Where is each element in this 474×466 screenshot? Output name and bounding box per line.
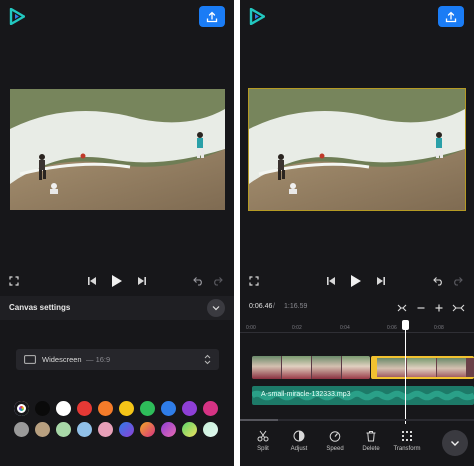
scissors-icon xyxy=(257,430,269,442)
timeline-scrollbar-thumb[interactable] xyxy=(240,419,278,421)
upload-icon xyxy=(445,11,457,22)
ruler-tick-label: 0:02 xyxy=(292,325,302,331)
ruler-tick-label: 0:00 xyxy=(246,325,256,331)
color-swatch[interactable] xyxy=(98,422,113,437)
skip-back-icon[interactable] xyxy=(87,276,97,286)
ruler-tick-label: 0:04 xyxy=(340,325,350,331)
color-swatch[interactable] xyxy=(119,422,134,437)
color-swatch[interactable] xyxy=(161,401,176,416)
color-swatch[interactable] xyxy=(119,401,134,416)
skip-back-icon[interactable] xyxy=(326,276,336,286)
zoom-out-icon[interactable] xyxy=(416,303,426,313)
adjust-icon xyxy=(293,430,305,442)
aspect-ratio-select[interactable]: Widescreen — 16:9 xyxy=(16,349,219,370)
color-swatch[interactable] xyxy=(182,401,197,416)
chevron-down-icon xyxy=(451,440,459,446)
color-swatch[interactable] xyxy=(140,422,155,437)
color-swatch[interactable] xyxy=(35,422,50,437)
widescreen-icon xyxy=(24,355,36,364)
skip-forward-icon[interactable] xyxy=(376,276,386,286)
aspect-ratio-value: — 16:9 xyxy=(86,355,111,364)
export-button[interactable] xyxy=(199,6,225,27)
adjust-button[interactable]: Adjust xyxy=(282,430,316,460)
color-swatch[interactable] xyxy=(56,422,71,437)
color-swatch[interactable] xyxy=(140,401,155,416)
transform-button[interactable]: Transform xyxy=(390,430,424,460)
video-preview xyxy=(10,89,225,210)
playhead[interactable] xyxy=(405,322,406,424)
color-swatch[interactable] xyxy=(56,401,71,416)
select-arrows-icon xyxy=(204,354,211,365)
time-separator: / xyxy=(273,303,275,310)
export-button[interactable] xyxy=(438,6,464,27)
collapse-settings-button[interactable] xyxy=(207,299,225,317)
play-icon[interactable] xyxy=(350,274,362,288)
redo-icon[interactable] xyxy=(212,276,223,286)
undo-icon[interactable] xyxy=(433,276,444,286)
transform-icon xyxy=(402,431,412,441)
color-swatch[interactable] xyxy=(161,422,176,437)
color-swatch[interactable] xyxy=(98,401,113,416)
skip-forward-icon[interactable] xyxy=(137,276,147,286)
selected-video-clip[interactable] xyxy=(371,356,474,379)
clip-trim-handle[interactable] xyxy=(373,358,377,377)
aspect-ratio-name: Widescreen xyxy=(42,355,82,364)
speed-label: Speed xyxy=(326,446,344,452)
color-picker-swatch[interactable] xyxy=(14,401,29,416)
split-label: Split xyxy=(257,446,269,452)
timeline-ruler xyxy=(240,332,474,333)
timeline-toolbar: 0:06.46 / 1:16.59 xyxy=(240,298,474,318)
audio-track[interactable]: A-small-miracle-132333.mp3 xyxy=(252,386,474,405)
chevron-down-icon xyxy=(212,306,220,311)
color-swatch[interactable] xyxy=(14,422,29,437)
upload-icon xyxy=(206,11,218,22)
adjust-label: Adjust xyxy=(290,446,308,452)
current-time: 0:06.46 xyxy=(249,303,273,310)
color-swatch[interactable] xyxy=(77,422,92,437)
split-button[interactable]: Split xyxy=(246,430,280,460)
undo-icon[interactable] xyxy=(193,276,204,286)
play-icon[interactable] xyxy=(111,274,123,288)
color-swatch[interactable] xyxy=(77,401,92,416)
app-logo-icon xyxy=(9,8,25,25)
ruler-tick-label: 0:06 xyxy=(387,325,397,331)
transform-label: Transform xyxy=(393,446,421,452)
color-swatch[interactable] xyxy=(203,401,218,416)
playhead-handle[interactable] xyxy=(402,320,409,330)
trash-icon xyxy=(366,431,376,442)
fullscreen-icon[interactable] xyxy=(9,276,19,286)
speed-icon xyxy=(329,431,341,442)
color-swatch[interactable] xyxy=(203,422,218,437)
collapse-panel-button[interactable] xyxy=(442,430,468,456)
canvas-settings-title: Canvas settings xyxy=(9,303,71,312)
total-duration: 1:16.59 xyxy=(284,303,308,310)
speed-button[interactable]: Speed xyxy=(318,430,352,460)
app-logo-icon xyxy=(249,8,265,25)
timeline-editor-screen: 0:06.46 / 1:16.59 0:00 0:02 0:04 0:06 0:… xyxy=(240,0,474,466)
audio-track-label: A-small-miracle-132333.mp3 xyxy=(261,391,351,398)
video-preview xyxy=(248,88,466,211)
canvas-editor-screen: Canvas settings Widescreen — 16:9 xyxy=(0,0,234,466)
collapse-timeline-icon[interactable] xyxy=(452,303,465,313)
delete-button[interactable]: Delete xyxy=(354,430,388,460)
video-clip[interactable] xyxy=(252,356,370,379)
ruler-tick-label: 0:08 xyxy=(434,325,444,331)
fit-timeline-icon[interactable] xyxy=(397,303,407,313)
redo-icon[interactable] xyxy=(452,276,463,286)
color-swatch[interactable] xyxy=(35,401,50,416)
fullscreen-icon[interactable] xyxy=(249,276,259,286)
zoom-in-icon[interactable] xyxy=(434,303,444,313)
delete-label: Delete xyxy=(362,446,380,452)
color-swatch[interactable] xyxy=(182,422,197,437)
